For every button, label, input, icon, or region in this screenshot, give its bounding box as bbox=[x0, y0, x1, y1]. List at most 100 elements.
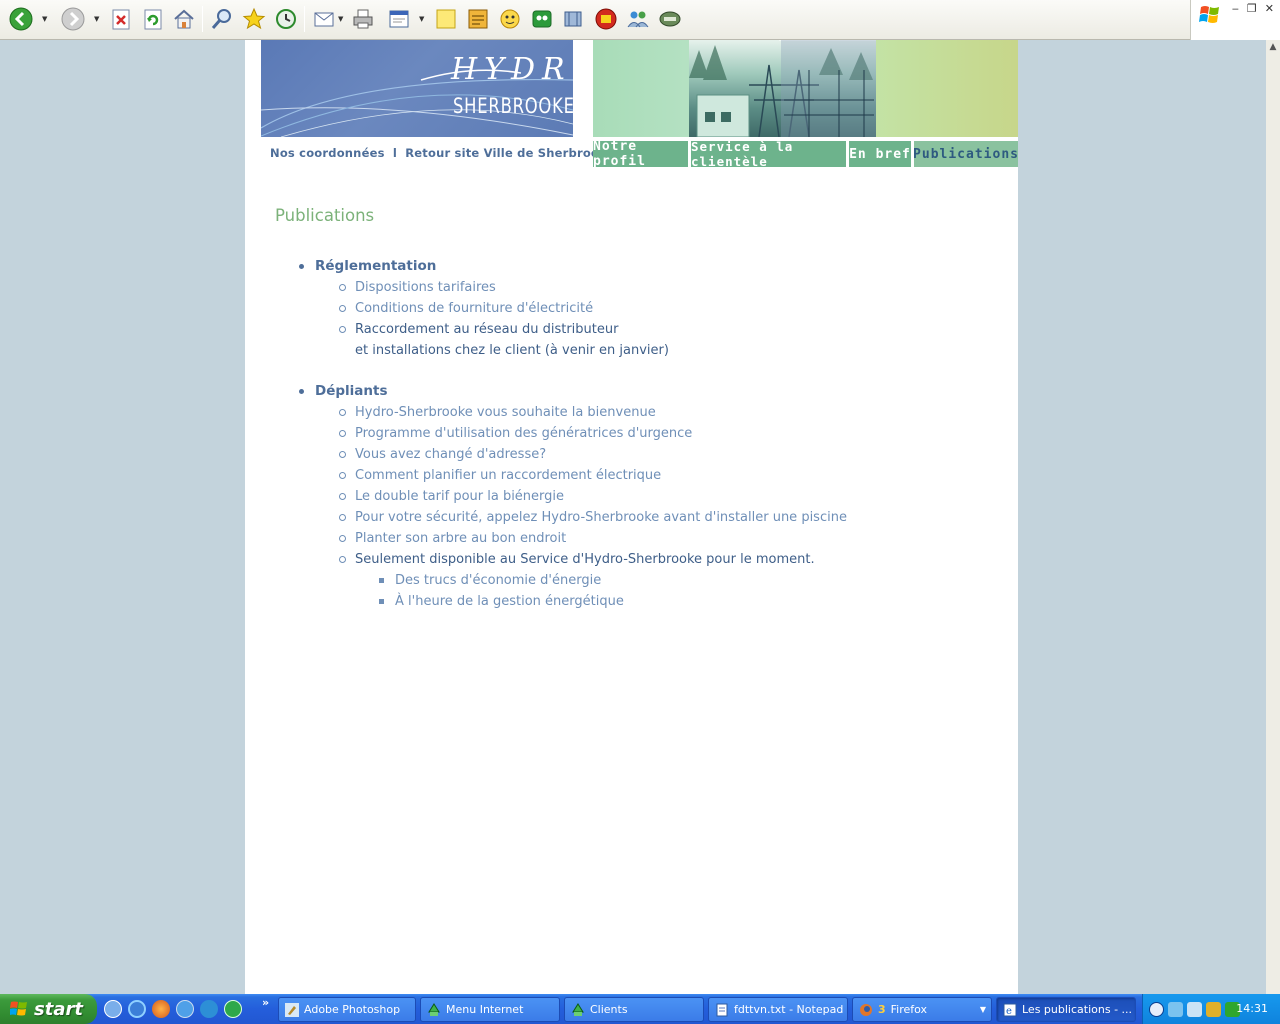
list-item[interactable]: Dispositions tarifaires bbox=[339, 277, 995, 298]
link[interactable]: Vous avez changé d'adresse? bbox=[355, 447, 546, 462]
task-photoshop[interactable]: Adobe Photoshop bbox=[278, 997, 416, 1022]
app-icon[interactable] bbox=[224, 1000, 242, 1018]
desktop-icon[interactable] bbox=[104, 1000, 122, 1018]
minimize-icon[interactable]: ‒ bbox=[1232, 2, 1239, 15]
list-item[interactable]: Planter son arbre au bon endroit bbox=[339, 528, 995, 549]
close-icon[interactable]: ✕ bbox=[1265, 2, 1274, 15]
messenger-icon[interactable] bbox=[497, 5, 523, 33]
edit-dropdown-icon[interactable]: ▼ bbox=[419, 16, 425, 23]
search-icon[interactable] bbox=[209, 5, 235, 33]
list-item[interactable]: Conditions de fourniture d'électricité bbox=[339, 298, 995, 319]
link[interactable]: Programme d'utilisation des génératrices… bbox=[355, 426, 692, 441]
sub-list-item[interactable]: À l'heure de la gestion énergétique bbox=[379, 591, 995, 612]
task-les-publications[interactable]: e Les publications - ... bbox=[996, 997, 1136, 1022]
research-icon[interactable] bbox=[465, 5, 491, 33]
sub-list-item[interactable]: Des trucs d'économie d'énergie bbox=[379, 570, 995, 591]
web-page: HYDRO SHERBROOKE Nos coordonnées l Retou… bbox=[245, 40, 1018, 994]
item-text: Seulement disponible au Service d'Hydro-… bbox=[355, 552, 815, 567]
task-label: Clients bbox=[590, 1003, 628, 1016]
firefox-icon[interactable] bbox=[152, 1000, 170, 1018]
print-icon[interactable] bbox=[350, 5, 376, 33]
tool-green-icon[interactable] bbox=[529, 5, 555, 33]
item-text: et installations chez le client (à venir… bbox=[355, 343, 669, 358]
toolbar-separator bbox=[304, 6, 305, 32]
menu-item-en-bref[interactable]: En bref bbox=[849, 141, 911, 167]
refresh-icon[interactable] bbox=[140, 5, 166, 33]
start-button[interactable]: start bbox=[0, 994, 97, 1024]
tray-app-icon[interactable] bbox=[1206, 1001, 1221, 1017]
network-icon[interactable] bbox=[1168, 1001, 1183, 1017]
logo-hydro-text: HYDRO bbox=[451, 52, 573, 87]
list-item[interactable]: Comment planifier un raccordement électr… bbox=[339, 465, 995, 486]
quick-launch bbox=[104, 1000, 242, 1018]
menu-item-notre-profil[interactable]: Notre profil bbox=[593, 139, 688, 169]
menu-item-service-clientele[interactable]: Service à la clientèle bbox=[691, 139, 846, 169]
forward-icon[interactable] bbox=[60, 5, 86, 33]
tray-collapse-icon[interactable] bbox=[1149, 1001, 1164, 1017]
ie-icon[interactable] bbox=[128, 1000, 146, 1018]
task-count: 3 bbox=[878, 1003, 886, 1016]
page-title: Publications bbox=[275, 206, 375, 225]
task-notepad[interactable]: fdttvn.txt - Notepad bbox=[708, 997, 848, 1022]
contact-link[interactable]: Nos coordonnées bbox=[270, 146, 385, 160]
vertical-scrollbar[interactable]: ▲ bbox=[1266, 40, 1280, 994]
notes-icon[interactable] bbox=[433, 5, 459, 33]
list-item[interactable]: Le double tarif pour la biénergie bbox=[339, 486, 995, 507]
quick-launch-more-icon[interactable]: » bbox=[262, 996, 269, 1009]
stop-icon[interactable] bbox=[108, 5, 134, 33]
link[interactable]: Comment planifier un raccordement électr… bbox=[355, 468, 661, 483]
link[interactable]: À l'heure de la gestion énergétique bbox=[395, 594, 624, 609]
task-label: Menu Internet bbox=[446, 1003, 524, 1016]
main-menu: Notre profil Service à la clientèle En b… bbox=[593, 139, 1018, 169]
menu-item-publications[interactable]: Publications bbox=[913, 141, 1018, 167]
mail-icon[interactable] bbox=[311, 5, 337, 33]
task-label: Adobe Photoshop bbox=[304, 1003, 401, 1016]
tool-red-icon[interactable] bbox=[593, 5, 619, 33]
task-menu-internet[interactable]: Menu Internet bbox=[420, 997, 560, 1022]
link[interactable]: Hydro-Sherbrooke vous souhaite la bienve… bbox=[355, 405, 656, 420]
photoshop-icon bbox=[285, 1002, 299, 1017]
contacts-icon[interactable] bbox=[625, 5, 651, 33]
ie-icon[interactable] bbox=[176, 1000, 194, 1018]
browser-toolbar: ▼ ▼ ▼ ▼ ‒ ❐ ✕ bbox=[0, 0, 1280, 40]
tool-extra-icon[interactable] bbox=[657, 5, 683, 33]
windows-flag-icon bbox=[10, 1001, 27, 1016]
task-clients[interactable]: Clients bbox=[564, 997, 704, 1022]
link[interactable]: Des trucs d'économie d'énergie bbox=[395, 573, 601, 588]
restore-icon[interactable]: ❐ bbox=[1247, 2, 1257, 15]
back-icon[interactable] bbox=[8, 5, 34, 33]
city-site-link[interactable]: Retour site Ville de Sherbrooke bbox=[405, 146, 614, 160]
section-reglementation: Réglementation Dispositions tarifaires C… bbox=[299, 256, 995, 361]
messenger-icon[interactable] bbox=[200, 1000, 218, 1018]
favorites-icon[interactable] bbox=[241, 5, 267, 33]
back-dropdown-icon[interactable]: ▼ bbox=[42, 16, 48, 23]
home-icon[interactable] bbox=[171, 5, 197, 33]
media-icon[interactable] bbox=[560, 5, 586, 33]
mail-dropdown-icon[interactable]: ▼ bbox=[338, 16, 344, 23]
group-dropdown-icon[interactable]: ▼ bbox=[980, 1005, 986, 1014]
list-item[interactable]: Vous avez changé d'adresse? bbox=[339, 444, 995, 465]
link[interactable]: Planter son arbre au bon endroit bbox=[355, 531, 566, 546]
list-item[interactable]: Pour votre sécurité, appelez Hydro-Sherb… bbox=[339, 507, 995, 528]
scroll-up-icon[interactable]: ▲ bbox=[1266, 40, 1280, 54]
link[interactable]: Pour votre sécurité, appelez Hydro-Sherb… bbox=[355, 510, 847, 525]
link[interactable]: Le double tarif pour la biénergie bbox=[355, 489, 564, 504]
start-label: start bbox=[34, 998, 83, 1020]
link[interactable]: Conditions de fourniture d'électricité bbox=[355, 301, 593, 316]
list-item[interactable]: Hydro-Sherbrooke vous souhaite la bienve… bbox=[339, 402, 995, 423]
security-icon[interactable] bbox=[1187, 1001, 1202, 1017]
section-label: Dépliants bbox=[315, 383, 388, 399]
ie-throbber: ‒ ❐ ✕ bbox=[1190, 0, 1280, 40]
edit-icon[interactable] bbox=[386, 5, 412, 33]
ie-icon: e bbox=[1003, 1003, 1017, 1017]
substation-photo bbox=[689, 40, 876, 137]
list-item: Raccordement au réseau du distributeur e… bbox=[339, 319, 995, 361]
list-item[interactable]: Programme d'utilisation des génératrices… bbox=[339, 423, 995, 444]
link[interactable]: Dispositions tarifaires bbox=[355, 280, 496, 295]
site-logo-banner[interactable]: HYDRO SHERBROOKE bbox=[261, 40, 573, 137]
publications-list: Réglementation Dispositions tarifaires C… bbox=[299, 256, 995, 612]
history-icon[interactable] bbox=[273, 5, 299, 33]
task-firefox[interactable]: 3 Firefox ▼ bbox=[852, 997, 992, 1022]
forward-dropdown-icon[interactable]: ▼ bbox=[94, 16, 100, 23]
system-tray: 14:31 bbox=[1142, 994, 1280, 1024]
